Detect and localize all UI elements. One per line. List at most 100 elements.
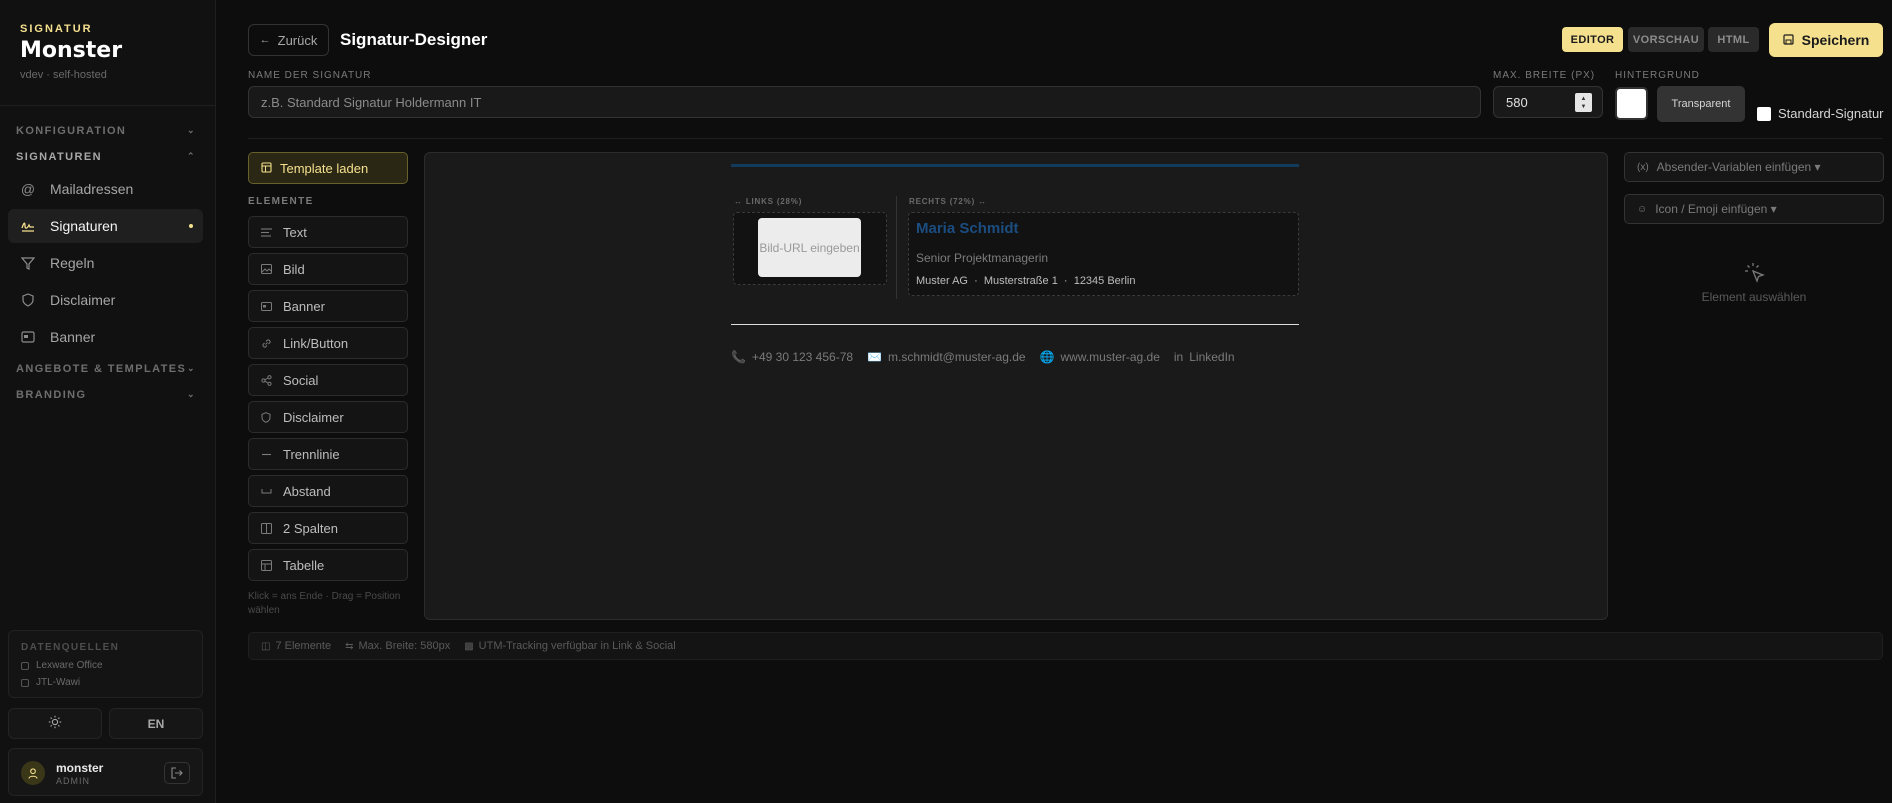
phone-text: +49 30 123 456-78 [751,350,854,364]
banner-icon [261,301,273,311]
section-signaturen[interactable]: SIGNATUREN ⌃ [16,151,196,163]
element-columns-button[interactable]: 2 Spalten [248,512,408,544]
back-label: Zurück [277,32,318,48]
logout-button[interactable] [164,762,190,784]
user-icon [28,767,38,779]
sidebar-item-disclaimer[interactable]: Disclaimer [8,283,203,317]
background-color-swatch[interactable] [1615,87,1648,120]
element-divider-button[interactable]: Trennlinie [248,438,408,470]
element-social-button[interactable]: Social [248,364,408,396]
signature-address[interactable]: Muster AG · Musterstraße 1 · 12345 Berli… [916,275,1135,287]
tab-html[interactable]: HTML [1708,27,1759,52]
element-spacing-button[interactable]: Abstand [248,475,408,507]
globe-icon: 🌐 [1039,350,1055,364]
element-label: Text [283,224,307,240]
spacing-icon [261,488,273,494]
signature-top-line[interactable] [731,164,1299,167]
linkedin-icon: in [1173,350,1184,364]
element-image-button[interactable]: Bild [248,253,408,285]
status-elements-text: 7 Elemente [275,640,332,652]
sidebar-item-banner[interactable]: Banner [8,320,203,354]
load-template-button[interactable]: Template laden [248,152,408,184]
datasource-item: Lexware Office [21,660,103,671]
default-signature-checkbox[interactable]: Standard-Signatur [1757,106,1884,121]
elements-title: ELEMENTE [248,196,314,207]
datasource-item: JTL-Wawi [21,677,80,688]
tab-vorschau[interactable]: VORSCHAU [1628,27,1704,52]
contact-email[interactable]: ✉️ m.schmidt@muster-ag.de [867,350,1026,364]
signature-separator[interactable] [731,324,1299,325]
theme-toggle-button[interactable] [8,708,102,739]
smiley-icon: ☺ [1637,203,1648,215]
variable-icon: (x) [1637,161,1649,173]
tab-editor[interactable]: EDITOR [1562,27,1623,52]
text-icon [261,227,273,237]
element-text-button[interactable]: Text [248,216,408,248]
checkbox-label: Standard-Signatur [1778,106,1884,121]
section-angebote[interactable]: ANGEBOTE & TEMPLATES ⌄ [16,363,196,375]
element-link-button[interactable]: Link/Button [248,327,408,359]
language-button[interactable]: EN [109,708,203,739]
sun-icon [48,715,62,732]
column-divider[interactable] [896,196,897,299]
sidebar-item-label: Banner [50,329,96,345]
element-label: Bild [283,261,305,277]
chevron-down-icon: ⌄ [187,389,196,399]
transparent-button[interactable]: Transparent [1657,86,1745,122]
section-konfiguration[interactable]: KONFIGURATION ⌄ [16,125,196,137]
brand-top: SIGNATUR [20,23,93,35]
insert-variables-button[interactable]: (x) Absender-Variablen einfügen ▾ [1624,152,1884,182]
element-label: Social [283,372,319,388]
avatar [21,761,45,785]
max-width-input[interactable]: 580 ▲ ▼ [1493,86,1603,118]
web-text: www.muster-ag.de [1060,350,1160,364]
element-label: Abstand [283,483,331,499]
name-label: NAME DER SIGNATUR [248,70,372,81]
version-label: vdev · self-hosted [20,69,107,81]
save-button[interactable]: Speichern [1769,23,1883,57]
sidebar-item-regeln[interactable]: Regeln [8,246,203,280]
envelope-icon: ✉️ [867,350,882,364]
chevron-down-icon: ▼ [1580,103,1587,110]
sidebar-item-signaturen[interactable]: Signaturen [8,209,203,243]
arrow-left-icon: ← [259,34,271,46]
element-disclaimer-button[interactable]: Disclaimer [248,401,408,433]
signature-name-input[interactable]: z.B. Standard Signatur Holdermann IT [248,86,1481,118]
layers-icon: ◫ [261,640,271,652]
column-left-label: ↔ LINKS (28%) [734,197,803,206]
linkedin-text: LinkedIn [1189,350,1235,364]
element-label: Disclaimer [283,409,344,425]
back-button[interactable]: ← Zurück [248,24,329,56]
divider [248,138,1883,139]
signature-name[interactable]: Maria Schmidt [916,220,1019,237]
checkbox[interactable] [1757,106,1771,121]
at-icon: @ [20,181,36,197]
image-placeholder[interactable]: Bild-URL eingeben [758,218,861,277]
background-label: HINTERGRUND [1615,70,1700,81]
sidebar-item-label: Disclaimer [50,292,116,308]
element-banner-button[interactable]: Banner [248,290,408,322]
element-table-button[interactable]: Tabelle [248,549,408,581]
element-label: 2 Spalten [283,520,338,536]
signature-icon [20,218,36,234]
signature-contacts[interactable]: 📞 +49 30 123 456-78 ✉️ m.schmidt@muster-ag… [731,350,1249,364]
insert-variables-label: Absender-Variablen einfügen ▾ [1656,160,1821,174]
contact-linkedin[interactable]: in LinkedIn [1174,350,1235,364]
datasource-label: Lexware Office [36,660,103,671]
status-width: ⇆ Max. Breite: 580px [345,640,450,652]
insert-emoji-button[interactable]: ☺ Icon / Emoji einfügen ▾ [1624,194,1884,224]
divider [0,105,216,106]
status-elements: ◫ 7 Elemente [261,640,331,652]
columns-icon [261,522,273,534]
sidebar-item-mailadressen[interactable]: @ Mailadressen [8,172,203,206]
chevron-down-icon: ⌄ [187,363,196,373]
section-branding[interactable]: BRANDING ⌄ [16,389,196,401]
contact-web[interactable]: 🌐 www.muster-ag.de [1040,350,1160,364]
contact-phone[interactable]: 📞 +49 30 123 456-78 [731,350,853,364]
sidebar-item-label: Mailadressen [50,181,134,197]
number-stepper[interactable]: ▲ ▼ [1575,93,1592,112]
status-bar: ◫ 7 Elemente ⇆ Max. Breite: 580px ▩ UTM-Tra… [248,632,1883,660]
signature-role[interactable]: Senior Projektmanagerin [916,251,1048,265]
section-label: SIGNATUREN [16,151,102,163]
status-width-text: Max. Breite: 580px [358,640,451,652]
